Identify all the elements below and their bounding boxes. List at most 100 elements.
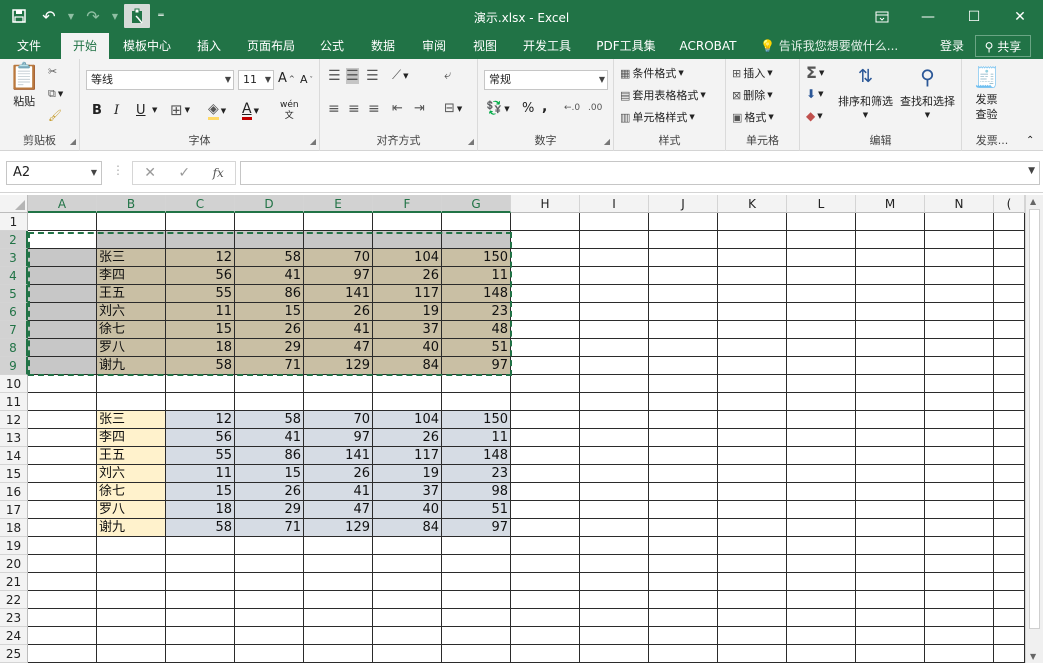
- cell[interactable]: [28, 483, 97, 501]
- cell[interactable]: [787, 267, 856, 285]
- number-cell[interactable]: 47: [304, 501, 373, 519]
- number-cell[interactable]: 84: [373, 519, 442, 537]
- cell[interactable]: [580, 537, 649, 555]
- number-cell[interactable]: 37: [373, 321, 442, 339]
- number-cell[interactable]: 15: [166, 321, 235, 339]
- cell[interactable]: [718, 465, 787, 483]
- invoice-check-button[interactable]: 🧾 发票 查验: [974, 63, 999, 121]
- cell[interactable]: [235, 231, 304, 249]
- name-cell[interactable]: 徐七: [97, 321, 166, 339]
- cell[interactable]: [304, 609, 373, 627]
- cell[interactable]: [511, 519, 580, 537]
- name-box[interactable]: A2 ▼: [6, 161, 102, 185]
- number-cell[interactable]: 86: [235, 285, 304, 303]
- cell[interactable]: [994, 627, 1025, 645]
- cell[interactable]: [787, 627, 856, 645]
- number-cell[interactable]: 51: [442, 339, 511, 357]
- cell[interactable]: [856, 447, 925, 465]
- cell[interactable]: [442, 393, 511, 411]
- conditional-formatting-button[interactable]: ▦ 条件格式 ▼: [620, 65, 684, 81]
- cell[interactable]: [97, 645, 166, 663]
- cell-styles-button[interactable]: ▥ 单元格样式 ▼: [620, 109, 695, 125]
- row-header-16[interactable]: 16: [0, 483, 28, 501]
- number-cell[interactable]: 150: [442, 249, 511, 267]
- cell[interactable]: [511, 249, 580, 267]
- cell[interactable]: [925, 627, 994, 645]
- cell[interactable]: [925, 249, 994, 267]
- cell[interactable]: [166, 645, 235, 663]
- column-header-M[interactable]: M: [856, 195, 925, 213]
- cell[interactable]: [580, 465, 649, 483]
- column-header-L[interactable]: L: [787, 195, 856, 213]
- cell[interactable]: [856, 339, 925, 357]
- orientation-button[interactable]: ⟋ ▼: [392, 68, 409, 83]
- fill-button[interactable]: ⬇ ▼: [806, 87, 823, 101]
- cell[interactable]: [28, 429, 97, 447]
- cell[interactable]: [856, 249, 925, 267]
- cell[interactable]: [580, 213, 649, 231]
- row-header-25[interactable]: 25: [0, 645, 28, 663]
- name-cell[interactable]: 张三: [97, 411, 166, 429]
- align-top-button[interactable]: ☰: [328, 68, 341, 84]
- row-header-18[interactable]: 18: [0, 519, 28, 537]
- cell[interactable]: [856, 411, 925, 429]
- cell[interactable]: [649, 573, 718, 591]
- number-cell[interactable]: 141: [304, 285, 373, 303]
- cell[interactable]: [511, 645, 580, 663]
- number-cell[interactable]: 26: [235, 483, 304, 501]
- cell[interactable]: [511, 267, 580, 285]
- cell[interactable]: [235, 627, 304, 645]
- cell[interactable]: [28, 393, 97, 411]
- cell[interactable]: [580, 411, 649, 429]
- insert-function-button[interactable]: fx: [213, 166, 224, 180]
- cell[interactable]: [856, 267, 925, 285]
- cell[interactable]: [28, 447, 97, 465]
- cell[interactable]: [28, 285, 97, 303]
- vertical-scrollbar[interactable]: ▲ ▼: [1025, 195, 1043, 663]
- number-cell[interactable]: 56: [166, 429, 235, 447]
- cell[interactable]: [994, 555, 1025, 573]
- cell[interactable]: [925, 465, 994, 483]
- collapse-ribbon-icon[interactable]: ⌃: [1026, 135, 1034, 146]
- cell[interactable]: [649, 411, 718, 429]
- chevron-down-icon[interactable]: ▼: [110, 4, 120, 28]
- number-cell[interactable]: 15: [166, 483, 235, 501]
- clear-button[interactable]: ◆ ▼: [806, 109, 823, 123]
- cell[interactable]: [649, 465, 718, 483]
- cell[interactable]: [28, 591, 97, 609]
- align-right-button[interactable]: ≡: [368, 101, 380, 117]
- cell[interactable]: [235, 213, 304, 231]
- cell[interactable]: [649, 429, 718, 447]
- number-cell[interactable]: 148: [442, 447, 511, 465]
- insert-cells-button[interactable]: ⊞ 插入 ▼: [732, 65, 773, 81]
- name-cell[interactable]: 罗八: [97, 339, 166, 357]
- cell[interactable]: [718, 591, 787, 609]
- cell[interactable]: [925, 285, 994, 303]
- accounting-format-button[interactable]: 💱 ▼: [486, 101, 510, 116]
- cell[interactable]: [442, 609, 511, 627]
- cell[interactable]: [580, 501, 649, 519]
- cell[interactable]: [511, 591, 580, 609]
- name-cell[interactable]: 刘六: [97, 303, 166, 321]
- row-header-13[interactable]: 13: [0, 429, 28, 447]
- cell[interactable]: [28, 213, 97, 231]
- cell[interactable]: [787, 393, 856, 411]
- grow-font-button[interactable]: A ^: [278, 71, 295, 86]
- cell[interactable]: [580, 429, 649, 447]
- cell[interactable]: [304, 213, 373, 231]
- cell[interactable]: [856, 501, 925, 519]
- cell[interactable]: [304, 627, 373, 645]
- shrink-font-button[interactable]: Aˇ: [300, 73, 313, 86]
- cell[interactable]: [718, 555, 787, 573]
- cell[interactable]: [511, 321, 580, 339]
- row-header-22[interactable]: 22: [0, 591, 28, 609]
- cell[interactable]: [511, 303, 580, 321]
- percent-button[interactable]: %: [522, 101, 534, 116]
- cell[interactable]: [994, 483, 1025, 501]
- row-header-11[interactable]: 11: [0, 393, 28, 411]
- cell[interactable]: [787, 591, 856, 609]
- cell[interactable]: [166, 609, 235, 627]
- cell[interactable]: [373, 555, 442, 573]
- cell[interactable]: [649, 555, 718, 573]
- column-header-D[interactable]: D: [235, 195, 304, 213]
